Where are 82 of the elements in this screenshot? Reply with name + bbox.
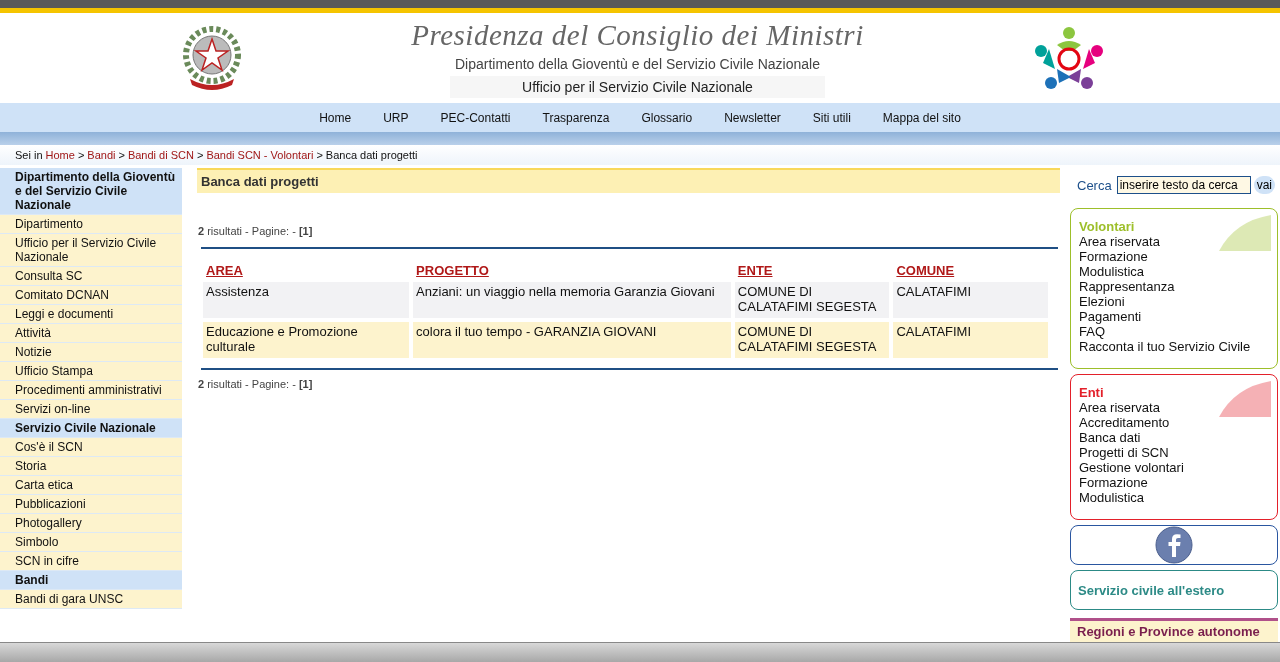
table-cell: COMUNE DI CALATAFIMI SEGESTA — [734, 322, 890, 358]
breadcrumb-separator: > — [316, 149, 323, 161]
sidebar-section[interactable]: Servizio Civile Nazionale — [0, 419, 182, 438]
panel-link[interactable]: Elezioni — [1079, 294, 1269, 309]
sidebar-item[interactable]: SCN in cifre — [0, 552, 182, 571]
nav-link[interactable]: Newsletter — [708, 110, 797, 125]
panel-link[interactable]: Area riservata — [1079, 400, 1269, 415]
table-cell: Anziani: un viaggio nella memoria Garanzia Giovani — [413, 282, 731, 318]
table-cell: Educazione e Promozione culturale — [203, 322, 410, 358]
breadcrumb-separator: > — [77, 149, 85, 161]
panel-link[interactable]: Area riservata — [1079, 234, 1269, 249]
nav-link[interactable]: Glossario — [625, 110, 709, 125]
results-count: 2 risultati - Pagine: - [1] — [198, 225, 313, 237]
column-header[interactable]: PROGETTO — [416, 263, 489, 278]
panel-link[interactable]: Modulistica — [1079, 264, 1269, 279]
panel-title: Volontari — [1079, 219, 1136, 234]
panel-link[interactable]: Pagamenti — [1079, 309, 1269, 324]
sidebar-item[interactable]: Servizi on-line — [0, 400, 182, 419]
breadcrumb-link[interactable]: Bandi SCN - Volontari — [206, 149, 314, 161]
sidebar-section[interactable]: Dipartimento della Gioventù e del Servizio Civile Nazionale — [0, 168, 182, 215]
nav-link[interactable]: URP — [367, 110, 425, 125]
page-heading: Banca dati progetti — [197, 168, 1060, 193]
breadcrumb-link[interactable]: Bandi di SCN — [127, 149, 194, 161]
nav-link[interactable]: Mappa del sito — [866, 110, 977, 125]
sidebar-item[interactable]: Notizie — [0, 343, 182, 362]
sidebar-section[interactable]: Bandi — [0, 571, 182, 590]
panel-link[interactable]: Banca dati — [1079, 430, 1269, 445]
column-header[interactable]: AREA — [206, 263, 243, 278]
breadcrumb-link[interactable]: Bandi — [87, 149, 116, 161]
department-name: Dipartimento della Gioventù e del Servizio Civile Nazionale — [455, 55, 820, 72]
sidebar-item[interactable]: Carta etica — [0, 476, 182, 495]
sidebar-item[interactable]: Pubblicazioni — [0, 495, 182, 514]
panel-link[interactable]: Progetti di SCN — [1079, 445, 1269, 460]
table-cell: CALATAFIMI — [893, 282, 1048, 318]
sidebar-item[interactable]: Storia — [0, 457, 182, 476]
table-cell: CALATAFIMI — [893, 322, 1048, 358]
panel-link[interactable]: Rappresentanza — [1079, 279, 1269, 294]
sidebar-item[interactable]: Cos'è il SCN — [0, 438, 182, 457]
column-header[interactable]: COMUNE — [896, 263, 955, 278]
emblem-logo — [182, 25, 242, 91]
panel-link[interactable]: Modulistica — [1079, 490, 1269, 505]
site-title: Presidenza del Consiglio dei Ministri — [411, 18, 864, 52]
table-cell: Assistenza — [203, 282, 410, 318]
sidebar-item[interactable]: Comitato DCNAN — [0, 286, 182, 305]
facebook-icon[interactable] — [1155, 526, 1193, 564]
sidebar-item[interactable]: Simbolo — [0, 533, 182, 552]
panel-title: Enti — [1079, 385, 1105, 400]
sidebar-item[interactable]: Photogallery — [0, 514, 182, 533]
panel-link[interactable]: Racconta il tuo Servizio Civile — [1079, 339, 1269, 354]
nav-link[interactable]: Home — [303, 110, 368, 125]
people-star-logo — [1033, 25, 1105, 91]
sidebar-item[interactable]: Consulta SC — [0, 267, 182, 286]
breadcrumb-link[interactable]: Home — [45, 149, 75, 161]
panel-link[interactable]: FAQ — [1079, 324, 1269, 339]
sidebar-item[interactable]: Attività — [0, 324, 182, 343]
abroad-link[interactable]: Servizio civile all'estero — [1070, 570, 1278, 610]
nav-link[interactable]: Trasparenza — [526, 110, 626, 125]
sidebar-item[interactable]: Leggi e documenti — [0, 305, 182, 324]
panel-link[interactable]: Gestione volontari — [1079, 460, 1269, 475]
panel-link[interactable]: Formazione — [1079, 249, 1269, 264]
table-cell: COMUNE DI CALATAFIMI SEGESTA — [734, 282, 890, 318]
table-cell: colora il tuo tempo - GARANZIA GIOVANI — [413, 322, 731, 358]
sidebar-item[interactable]: Dipartimento — [0, 215, 182, 234]
search-button[interactable]: vai — [1253, 176, 1276, 194]
search-field[interactable]: inserire testo da cerca — [1116, 176, 1251, 194]
sidebar-item[interactable]: Procedimenti amministrativi — [0, 381, 182, 400]
nav-link[interactable]: Siti utili — [796, 110, 867, 125]
panel-link[interactable]: Accreditamento — [1079, 415, 1269, 430]
breadcrumb-separator: > — [118, 149, 125, 161]
sidebar-item[interactable]: Ufficio per il Servizio Civile Nazionale — [0, 234, 182, 267]
breadcrumb-label: Sei in — [15, 149, 43, 161]
sidebar-item[interactable]: Bandi di gara UNSC — [0, 590, 182, 609]
breadcrumb-separator: > — [196, 149, 204, 161]
office-name: Ufficio per il Servizio Civile Nazionale — [450, 75, 825, 98]
regions-heading: Regioni e Province autonome — [1070, 618, 1278, 642]
search-label: Cerca — [1077, 177, 1112, 193]
panel-link[interactable]: Formazione — [1079, 475, 1269, 490]
sidebar-item[interactable]: Ufficio Stampa — [0, 362, 182, 381]
results-count: 2 risultati - Pagine: - [1] — [198, 378, 313, 390]
nav-link[interactable]: PEC-Contatti — [424, 110, 527, 125]
column-header[interactable]: ENTE — [737, 263, 773, 278]
breadcrumb-current: Banca dati progetti — [325, 149, 418, 161]
